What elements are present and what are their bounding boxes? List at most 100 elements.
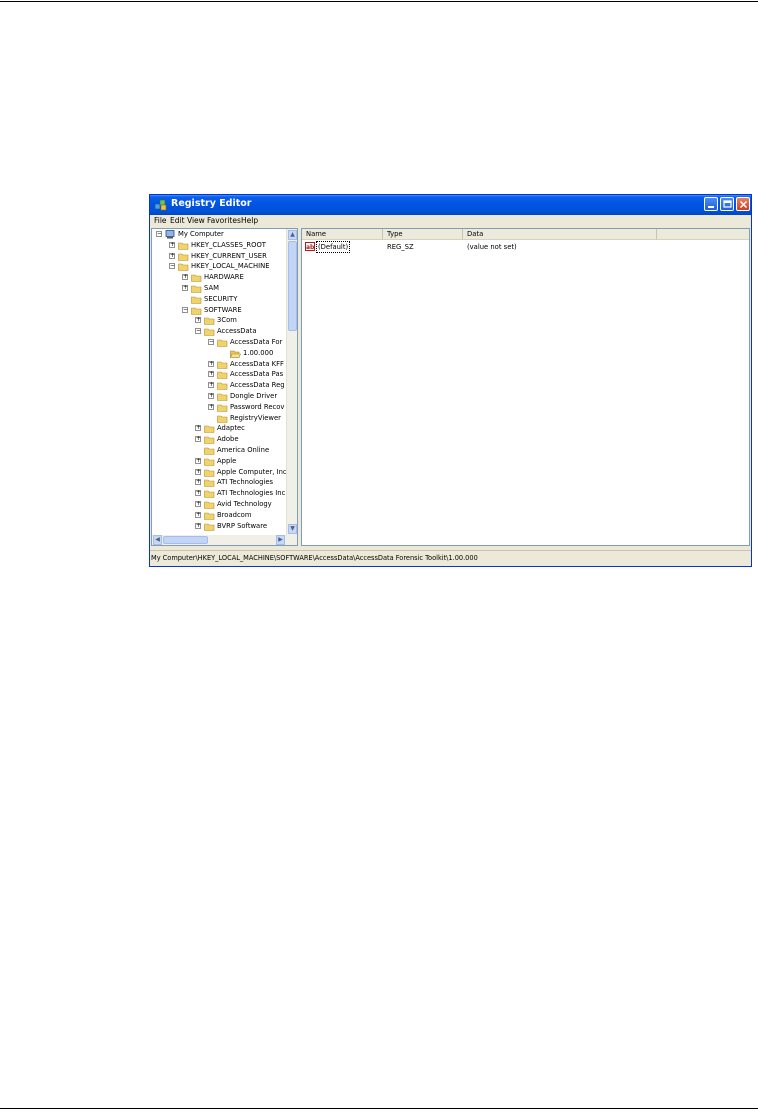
- tree-item[interactable]: + Apple Computer, Inc: [152, 467, 287, 477]
- expand-icon[interactable]: +: [195, 457, 201, 464]
- tree-item-label: BVRP Software: [217, 521, 268, 530]
- expand-icon[interactable]: +: [195, 511, 201, 518]
- folder-icon: [204, 328, 215, 336]
- collapse-icon[interactable]: −: [208, 339, 214, 345]
- tree-item-label: Adobe: [217, 435, 239, 444]
- title-bar[interactable]: Registry Editor: [150, 195, 751, 215]
- tree-item[interactable]: America Online: [152, 445, 286, 455]
- menu-help[interactable]: Help: [241, 216, 258, 225]
- tree-item[interactable]: + Avid Technology: [152, 499, 286, 509]
- close-button[interactable]: [736, 197, 750, 211]
- registry-editor-window: Registry Editor File Edit View Favorites…: [149, 194, 752, 567]
- svg-text:ab: ab: [306, 244, 315, 251]
- folder-icon: [204, 458, 215, 466]
- tree-vertical-scrollbar[interactable]: ▲ ▼: [286, 229, 297, 535]
- close-icon: [739, 200, 748, 209]
- expand-icon[interactable]: +: [182, 285, 188, 291]
- registry-key-tree[interactable]: + BVRP Software + Broadcom + Avid Technology +…: [151, 228, 298, 546]
- tree-item-label: RegistryViewer: [230, 413, 281, 422]
- maximize-button[interactable]: [720, 197, 734, 211]
- expand-icon[interactable]: +: [208, 382, 214, 389]
- tree-item[interactable]: − SOFTWARE: [152, 305, 286, 315]
- expand-icon[interactable]: +: [169, 241, 175, 248]
- expand-icon[interactable]: +: [195, 425, 201, 432]
- scroll-up-button[interactable]: ▲: [288, 230, 297, 240]
- tree-item-label: Password Recov: [230, 402, 285, 411]
- tree-item[interactable]: + Broadcom: [152, 510, 286, 520]
- menu-view[interactable]: View: [187, 216, 205, 225]
- menu-file[interactable]: File: [154, 216, 167, 225]
- collapse-icon[interactable]: −: [182, 306, 188, 313]
- expand-icon[interactable]: +: [195, 436, 201, 443]
- page-bottom-rule: [0, 1108, 758, 1109]
- tree-item[interactable]: + HKEY_CURRENT_USER: [152, 251, 286, 261]
- tree-item[interactable]: +3Com: [152, 315, 286, 326]
- expand-icon[interactable]: +: [169, 252, 175, 259]
- tree-item[interactable]: − AccessData: [152, 326, 286, 336]
- expand-icon[interactable]: +: [195, 522, 201, 529]
- tree-item[interactable]: − AccessData For: [152, 337, 286, 347]
- expand-icon[interactable]: +: [182, 274, 188, 281]
- scroll-left-button[interactable]: ◀: [153, 535, 162, 545]
- folder-icon: [204, 447, 215, 455]
- folder-icon: [204, 523, 215, 531]
- collapse-icon[interactable]: −: [195, 328, 201, 335]
- folder-icon: [204, 490, 215, 498]
- menu-favorites[interactable]: Favorites: [207, 216, 241, 225]
- tree-item[interactable]: + BVRP Software: [152, 521, 286, 531]
- expand-icon[interactable]: +: [208, 371, 214, 378]
- expand-icon[interactable]: +: [195, 501, 201, 507]
- tree-item-label: Apple Computer, Inc: [217, 467, 287, 476]
- tree-item[interactable]: − My Computer: [152, 229, 286, 239]
- tree-item[interactable]: + SAM: [152, 283, 286, 293]
- expand-icon[interactable]: +: [208, 360, 214, 367]
- tree-item-label: SAM: [204, 284, 219, 292]
- expand-icon[interactable]: +: [208, 403, 214, 410]
- tree-item[interactable]: + Adobe: [152, 434, 286, 444]
- value-row[interactable]: ab (Default) REG_SZ (value not set): [302, 229, 749, 253]
- tree-item[interactable]: + HARDWARE: [152, 272, 286, 282]
- horizontal-scroll-thumb[interactable]: [163, 536, 208, 544]
- expand-icon[interactable]: +: [195, 317, 201, 324]
- tree-item[interactable]: + Password Recov: [152, 402, 286, 412]
- values-list[interactable]: Name Type Data ab (Default) REG_SZ (valu…: [301, 228, 750, 546]
- value-data: (value not set): [467, 243, 517, 251]
- tree-item-label: Apple: [217, 456, 237, 465]
- scroll-down-button[interactable]: ▼: [288, 524, 297, 534]
- tree-item-label: AccessData Pas: [230, 370, 284, 379]
- tree-item-label: HKEY_CLASSES_ROOT: [191, 240, 266, 249]
- tree-item[interactable]: 1.00.000: [152, 348, 286, 358]
- tree-item-label: AccessData KFF: [230, 359, 284, 368]
- minimize-button[interactable]: [704, 197, 718, 211]
- collapse-icon[interactable]: −: [156, 231, 162, 237]
- expand-icon[interactable]: +: [195, 490, 201, 497]
- folder-icon: [191, 274, 202, 282]
- scroll-right-button[interactable]: ▶: [276, 535, 285, 545]
- tree-item[interactable]: + Adaptec: [152, 423, 286, 434]
- vertical-scroll-thumb[interactable]: [288, 241, 297, 331]
- tree-item[interactable]: + Apple: [152, 456, 286, 466]
- tree-horizontal-scrollbar[interactable]: ◀ ▶: [152, 535, 297, 545]
- tree-item[interactable]: RegistryViewer: [152, 413, 286, 423]
- folder-icon: [204, 512, 215, 520]
- tree-item-label: Broadcom: [217, 510, 252, 519]
- expand-icon[interactable]: +: [195, 479, 201, 486]
- tree-item[interactable]: + AccessData Pas: [152, 369, 286, 380]
- tree-item[interactable]: + HKEY_CLASSES_ROOT: [152, 240, 286, 250]
- tree-item[interactable]: − HKEY_LOCAL_MACHINE: [152, 261, 286, 272]
- folder-icon: [204, 436, 215, 444]
- tree-item[interactable]: + AccessData Reg: [152, 380, 286, 390]
- tree-item[interactable]: + Dongle Driver: [152, 391, 286, 401]
- tree-item-label: Adaptec: [217, 424, 245, 433]
- expand-icon[interactable]: +: [195, 468, 201, 475]
- tree-item[interactable]: SECURITY: [152, 294, 286, 304]
- folder-icon: [204, 469, 215, 477]
- tree-item-label: AccessData: [217, 327, 257, 336]
- tree-item[interactable]: + AccessData KFF: [152, 359, 286, 369]
- collapse-icon[interactable]: −: [169, 263, 175, 270]
- menu-edit[interactable]: Edit: [170, 216, 185, 225]
- tree-item[interactable]: + ATI Technologies Inc: [152, 488, 286, 498]
- expand-icon[interactable]: +: [208, 393, 214, 399]
- tree-item[interactable]: + ATI Technologies: [152, 477, 286, 488]
- folder-icon: [217, 393, 228, 401]
